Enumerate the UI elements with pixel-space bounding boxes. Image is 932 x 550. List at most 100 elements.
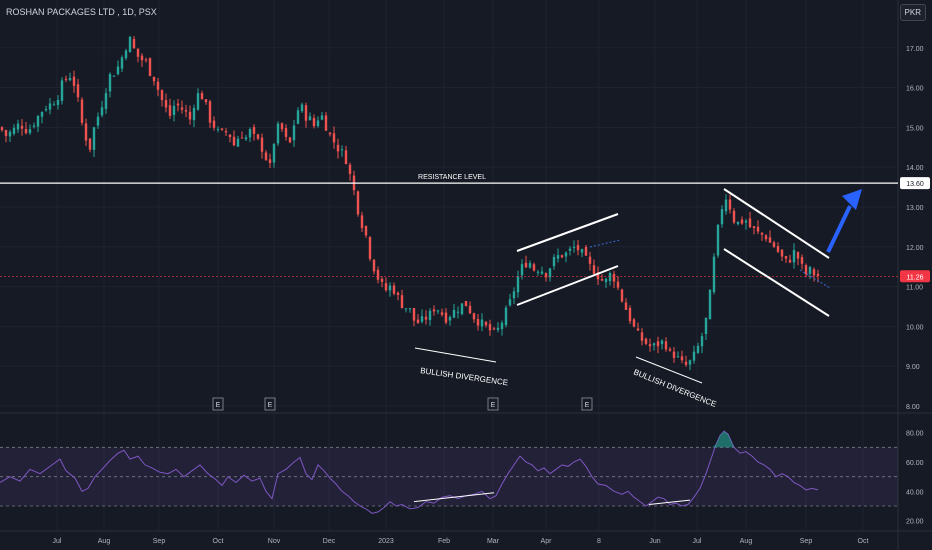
price-tick-label: 15.00: [906, 125, 924, 132]
candle-body: [292, 125, 296, 141]
candle-body: [36, 115, 40, 127]
candle-body: [204, 99, 208, 103]
candle-body: [160, 90, 164, 101]
candle-body: [616, 281, 620, 288]
candle-body: [324, 115, 328, 131]
candle-body: [768, 237, 772, 243]
candle-body: [536, 271, 540, 273]
candle-body: [628, 307, 632, 322]
candle-body: [668, 349, 672, 351]
candle-body: [632, 319, 636, 327]
candle-body: [412, 308, 416, 321]
candle-body: [180, 107, 184, 110]
candle-body: [312, 117, 316, 127]
candle-body: [188, 111, 192, 120]
candle-body: [776, 246, 780, 252]
candle-body: [636, 328, 640, 331]
price-tick-label: 16.00: [906, 86, 924, 93]
candle-body: [132, 38, 136, 49]
candle-body: [44, 109, 48, 111]
candle-body: [20, 125, 24, 129]
candle-body: [740, 219, 744, 224]
candle-body: [316, 120, 320, 127]
candle-body: [588, 256, 592, 264]
time-tick-label: Jun: [649, 538, 660, 545]
candle-body: [100, 107, 104, 116]
candle-body: [84, 123, 88, 141]
candle-body: [816, 273, 820, 276]
candle-body: [488, 323, 492, 331]
candle-body: [420, 316, 424, 322]
flag-upper-line[interactable]: [723, 188, 830, 259]
channel-lower-line[interactable]: [516, 265, 619, 306]
candle-body: [492, 328, 496, 330]
candle-body: [260, 137, 264, 152]
flag-lower-line[interactable]: [723, 248, 830, 317]
symbol-title[interactable]: ROSHAN PACKAGES LTD , 1D, PSX: [6, 7, 157, 17]
candle-body: [72, 76, 76, 86]
candle-body: [516, 276, 520, 293]
candle-body: [612, 273, 616, 282]
candle-body: [76, 84, 80, 98]
time-tick-label: 2023: [378, 538, 394, 545]
candle-body: [68, 78, 72, 81]
candle-body: [220, 128, 224, 130]
divergence-line-1[interactable]: [414, 347, 497, 363]
time-tick-label: Sep: [153, 538, 166, 545]
time-tick-label: Aug: [98, 538, 111, 545]
candle-body: [372, 259, 376, 272]
candle-body: [348, 164, 352, 174]
time-tick-label: Apr: [541, 538, 553, 545]
candle-body: [444, 312, 448, 323]
currency-badge[interactable]: PKR: [899, 4, 926, 21]
candle-body: [684, 361, 688, 365]
candle-body: [24, 128, 28, 134]
candle-body: [168, 105, 172, 116]
candle-body: [12, 127, 16, 134]
time-tick-label: Oct: [213, 538, 224, 545]
candle-body: [208, 101, 212, 123]
candle-body: [136, 48, 140, 57]
candle-body: [184, 110, 188, 112]
channel-upper-line[interactable]: [516, 213, 619, 252]
candle-body: [196, 93, 200, 110]
candle-body: [60, 80, 64, 101]
price-tick-label: 14.00: [906, 165, 924, 172]
candle-body: [448, 317, 452, 321]
candle-body: [528, 263, 532, 268]
time-tick-label: Dec: [323, 538, 336, 545]
candle-body: [728, 199, 732, 210]
candle-body: [572, 246, 576, 248]
projection-line-1: [589, 239, 621, 248]
candlesticks: [0, 35, 820, 371]
candle-body: [368, 237, 372, 259]
candle-body: [520, 264, 524, 276]
breakout-arrow[interactable]: [826, 189, 862, 253]
candle-body: [504, 307, 508, 326]
candle-body: [568, 248, 572, 251]
candle-body: [452, 309, 456, 318]
candle-body: [472, 313, 476, 320]
candle-body: [580, 249, 584, 253]
candle-body: [564, 252, 568, 257]
candle-body: [432, 309, 436, 312]
candle-body: [380, 278, 384, 282]
candle-body: [512, 291, 516, 299]
candle-body: [52, 104, 56, 106]
candle-body: [708, 289, 712, 320]
candle-body: [644, 338, 648, 344]
candle-body: [736, 221, 740, 225]
candle-body: [792, 250, 796, 263]
candle-body: [4, 130, 8, 136]
candle-body: [240, 137, 244, 139]
earnings-marker[interactable]: E: [581, 397, 593, 411]
earnings-letter: E: [268, 402, 273, 409]
candle-body: [624, 302, 628, 310]
candle-body: [116, 66, 120, 75]
candle-body: [224, 131, 228, 133]
candle-body: [252, 126, 256, 134]
chart-canvas[interactable]: RESISTANCE LEVEL BULLISH DIVERGENCE BULL…: [0, 0, 932, 550]
candle-body: [592, 265, 596, 274]
candle-body: [440, 312, 444, 315]
candle-body: [608, 272, 612, 282]
